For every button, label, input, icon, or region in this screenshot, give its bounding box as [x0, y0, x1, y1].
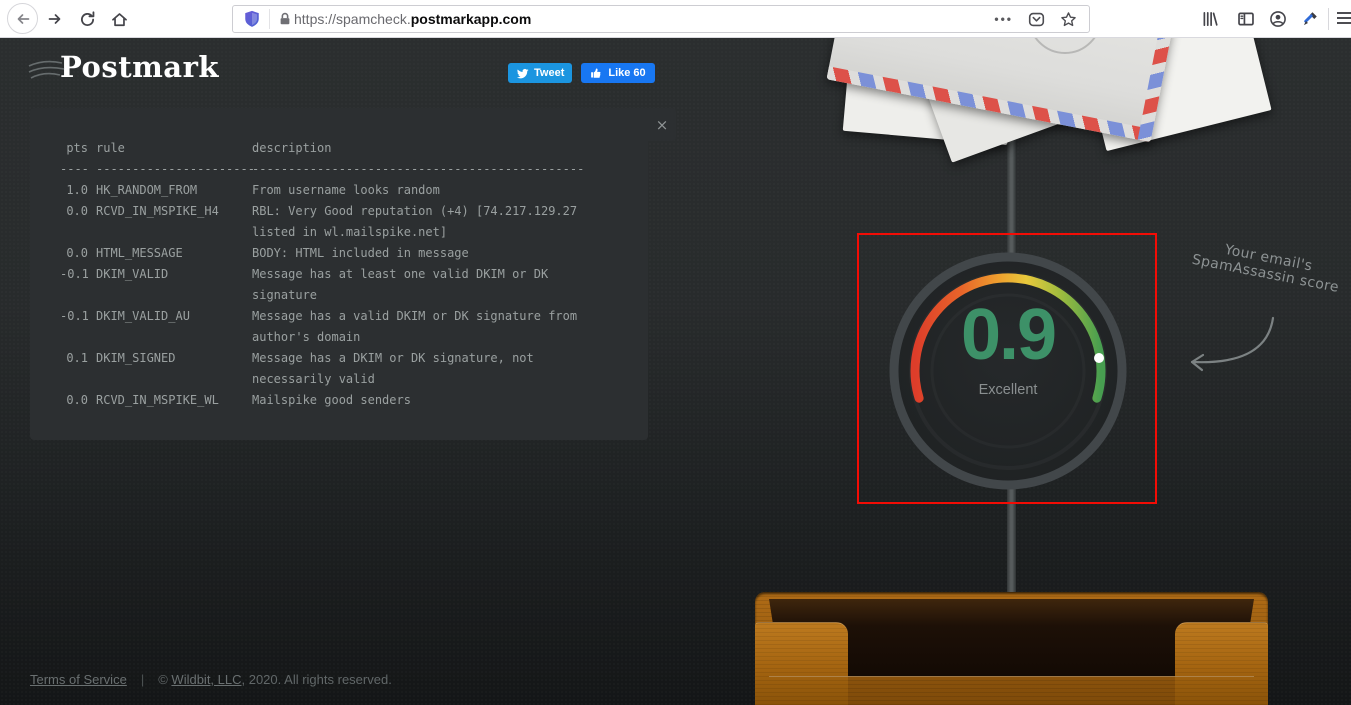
url-text: https://spamcheck.postmarkapp.com: [294, 11, 531, 27]
back-button[interactable]: [7, 3, 38, 34]
urlbar-separator: [269, 9, 270, 29]
table-row: -0.1 DKIM_VALID_AU Message has a valid D…: [60, 306, 634, 348]
eyedropper-icon: [1301, 10, 1319, 28]
rule-description: BODY: HTML included in message: [252, 243, 634, 264]
panel-close-tab[interactable]: ×: [648, 108, 676, 141]
url-bar[interactable]: https://spamcheck.postmarkapp.com •••: [232, 5, 1090, 33]
like-label: Like 60: [608, 67, 645, 79]
url-scheme: https://spamcheck.: [294, 11, 411, 27]
rule-description: From username looks random: [252, 180, 634, 201]
close-icon[interactable]: ×: [656, 116, 669, 134]
rule-name: RCVD_IN_MSPIKE_H4: [96, 201, 252, 243]
lock-icon: [278, 12, 292, 26]
home-button[interactable]: [110, 10, 128, 28]
inbox-tray-graphic: [755, 592, 1268, 705]
rule-pts: 0.1: [60, 348, 88, 390]
annotation-note: Your email's SpamAssassin score: [1175, 233, 1351, 299]
table-row: 0.0 HTML_MESSAGE BODY: HTML included in …: [60, 243, 634, 264]
rule-pts: 0.0: [60, 390, 88, 411]
account-button[interactable]: [1268, 9, 1288, 29]
thumbs-up-icon: [590, 67, 602, 79]
rule-pts: 1.0: [60, 180, 88, 201]
library-button[interactable]: [1200, 9, 1220, 29]
url-domain: postmarkapp.com: [411, 11, 532, 27]
reload-icon: [79, 11, 96, 28]
pocket-icon[interactable]: [1028, 11, 1045, 28]
page-actions-icon[interactable]: •••: [994, 12, 1013, 26]
wildbit-link[interactable]: Wildbit, LLC: [171, 672, 241, 687]
reload-button[interactable]: [78, 10, 96, 28]
rule-name: DKIM_VALID_AU: [96, 306, 252, 348]
spam-report-table: pts rule description ---- --------------…: [60, 138, 634, 411]
forward-button[interactable]: [46, 10, 64, 28]
rule-description: Message has at least one valid DKIM or D…: [252, 264, 634, 306]
footer-separator: |: [141, 672, 144, 687]
sidebar-icon: [1237, 10, 1255, 28]
logo-text: Postmark: [60, 50, 219, 84]
table-header-row: pts rule description: [60, 138, 634, 159]
eyedropper-extension-button[interactable]: [1300, 9, 1320, 29]
home-icon: [111, 11, 128, 28]
twitter-bird-icon: [516, 67, 529, 80]
annotation-arrow-icon: [1176, 312, 1286, 384]
table-divider-row: ---- ---------------------- ------------…: [60, 159, 634, 180]
col-header-description: description: [252, 138, 634, 159]
red-highlight-rectangle: [857, 233, 1157, 504]
rule-name: HTML_MESSAGE: [96, 243, 252, 264]
rule-pts: 0.0: [60, 201, 88, 243]
rule-description: RBL: Very Good reputation (+4) [74.217.1…: [252, 201, 634, 243]
table-row: 0.0 RCVD_IN_MSPIKE_WL Mailspike good sen…: [60, 390, 634, 411]
col-header-pts: pts: [60, 138, 88, 159]
postmark-swoosh-icon: [28, 58, 68, 88]
rule-name: RCVD_IN_MSPIKE_WL: [96, 390, 252, 411]
footer: Terms of Service | © Wildbit, LLC , 2020…: [30, 672, 392, 687]
rule-description: Message has a valid DKIM or DK signature…: [252, 306, 634, 348]
copyright-text: , 2020. All rights reserved.: [242, 672, 392, 687]
back-arrow-icon: [15, 11, 31, 27]
tracking-protection-shield-icon[interactable]: [243, 10, 261, 28]
rule-name: DKIM_VALID: [96, 264, 252, 306]
rule-pts: -0.1: [60, 264, 88, 306]
rule-name: HK_RANDOM_FROM: [96, 180, 252, 201]
table-row: 0.0 RCVD_IN_MSPIKE_H4 RBL: Very Good rep…: [60, 201, 634, 243]
bookmark-star-icon[interactable]: [1060, 11, 1077, 28]
forward-arrow-icon: [47, 11, 63, 27]
copyright-symbol: ©: [158, 672, 168, 687]
terms-of-service-link[interactable]: Terms of Service: [30, 672, 127, 687]
browser-toolbar: https://spamcheck.postmarkapp.com •••: [0, 0, 1351, 38]
spam-report-panel: × pts rule description ---- ------------…: [30, 108, 648, 440]
table-row: -0.1 DKIM_VALID Message has at least one…: [60, 264, 634, 306]
sidebars-button[interactable]: [1236, 9, 1256, 29]
rule-description: Mailspike good senders: [252, 390, 634, 411]
toolbar-separator: [1328, 8, 1329, 30]
postmark-logo[interactable]: Postmark: [28, 50, 219, 84]
rule-pts: 0.0: [60, 243, 88, 264]
screenshot-root: https://spamcheck.postmarkapp.com •••: [0, 0, 1351, 705]
page-background: 0.9 Excellent Your email's SpamAssassin …: [0, 38, 1351, 705]
account-icon: [1269, 10, 1287, 28]
facebook-like-button[interactable]: Like 60: [581, 63, 654, 83]
table-row: 0.1 DKIM_SIGNED Message has a DKIM or DK…: [60, 348, 634, 390]
menu-icon: [1337, 12, 1351, 14]
rule-name: DKIM_SIGNED: [96, 348, 252, 390]
col-header-rule: rule: [96, 138, 252, 159]
table-row: 1.0 HK_RANDOM_FROM From username looks r…: [60, 180, 634, 201]
rule-description: Message has a DKIM or DK signature, not …: [252, 348, 634, 390]
menu-button[interactable]: [1337, 12, 1351, 27]
tweet-label: Tweet: [534, 67, 564, 79]
tweet-button[interactable]: Tweet: [508, 63, 572, 83]
rule-pts: -0.1: [60, 306, 88, 348]
library-icon: [1201, 10, 1219, 28]
